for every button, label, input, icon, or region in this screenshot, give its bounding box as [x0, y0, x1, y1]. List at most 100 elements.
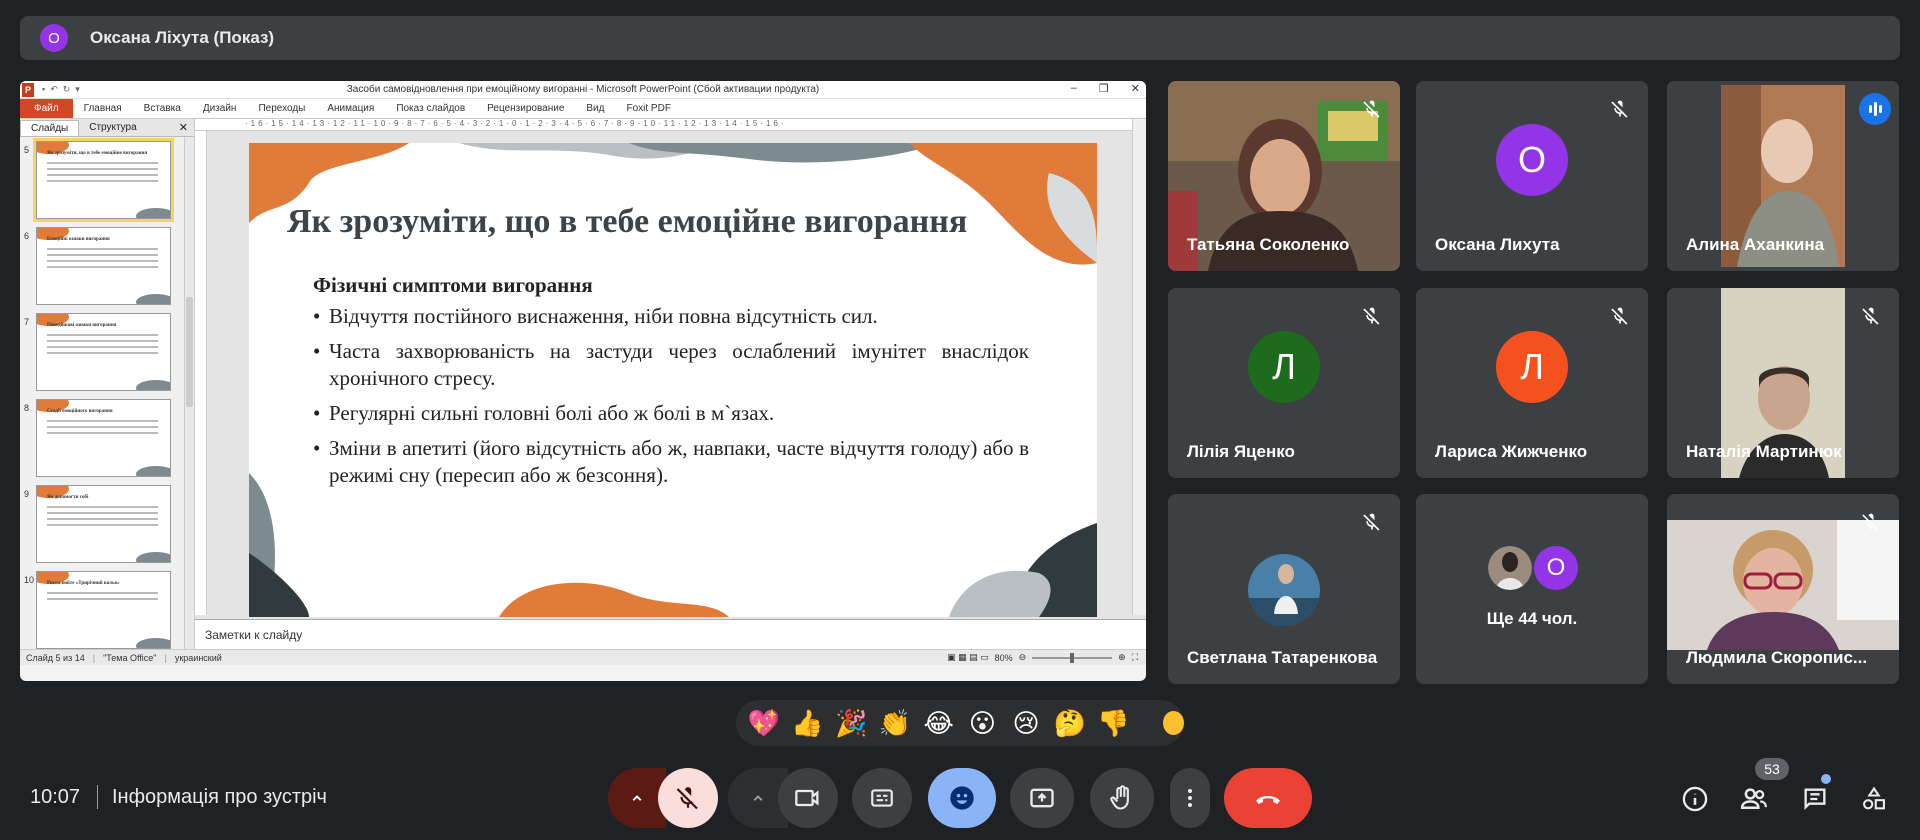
more-participants-tile[interactable]: О Ще 44 чол.	[1416, 494, 1648, 684]
bullet-item: Відчуття постійного виснаження, ніби пов…	[313, 303, 1029, 330]
thumbnail-number: 9	[24, 489, 30, 499]
mic-toggle-button[interactable]	[658, 768, 718, 828]
present-screen-button[interactable]	[1010, 768, 1074, 828]
participant-tile[interactable]: Л Лілія Яценко	[1168, 288, 1400, 478]
minimize-icon: –	[1070, 82, 1077, 94]
participant-name: Алина Аханкина	[1686, 235, 1825, 254]
ribbon-tab-insert: Вставка	[143, 103, 181, 114]
presenter-banner: О Оксана Ліхута (Показ)	[20, 16, 1900, 60]
divider	[97, 785, 98, 809]
ribbon-tabs: Файл Главная Вставка Дизайн Переходы Ани…	[20, 99, 1146, 119]
chat-button[interactable]	[1799, 783, 1831, 815]
pane-tab-outline: Структура	[89, 122, 137, 133]
pane-tab-slides: Слайды	[20, 119, 80, 136]
participant-tile[interactable]: Татьяна Соколенко	[1168, 81, 1400, 271]
participant-avatar: О	[1496, 124, 1568, 196]
reaction-clapping[interactable]: 👏	[875, 703, 915, 743]
reaction-sparkling-heart[interactable]: 💖	[744, 703, 784, 743]
participant-name: Оксана Лихута	[1435, 235, 1560, 254]
participant-tile[interactable]: Наталія Мартинюк	[1667, 288, 1899, 478]
more-options-button[interactable]	[1170, 768, 1210, 828]
mic-off-icon	[1862, 513, 1879, 531]
meeting-clock: 10:07	[30, 786, 81, 808]
editor-scrollbar	[1132, 119, 1146, 615]
raise-hand-icon	[1110, 785, 1129, 810]
participant-name: Татьяна Соколенко	[1187, 235, 1350, 254]
thumbnail-number: 8	[24, 403, 30, 413]
slide-thumbnail: Розмалюйте «Трирічний кольо»	[36, 571, 171, 649]
thumbnail-title: Емоційні ознаки вигорання	[47, 237, 110, 242]
status-theme: "Тема Office"	[103, 652, 157, 663]
participant-avatar: Л	[1496, 331, 1568, 403]
reaction-thumbs-up[interactable]: 👍	[788, 703, 828, 743]
people-button[interactable]	[1738, 783, 1770, 815]
emoji-reactions-button[interactable]	[928, 768, 996, 828]
hang-up-icon	[1256, 796, 1280, 804]
bullet-item: Зміни в апетиті (його відсутність або ж,…	[313, 435, 1029, 489]
ribbon-tab-transitions: Переходы	[258, 103, 306, 114]
bullet-item: Регулярні сильні головні болі або ж болі…	[313, 400, 1029, 427]
chat-notification-dot	[1821, 774, 1831, 784]
meeting-details-button[interactable]	[1679, 783, 1711, 815]
restore-icon: ❐	[1098, 83, 1109, 95]
slide-editor: ·16·15·14·13·12·11·10·9·8·7·6·5·4·3·2·1·…	[20, 119, 1146, 665]
people-count-badge: 53	[1755, 758, 1789, 780]
participant-tile[interactable]: Л Лариса Жижченко	[1416, 288, 1648, 478]
activities-button[interactable]	[1858, 783, 1890, 815]
participant-profile-photo	[1248, 554, 1320, 626]
chevron-up-icon	[632, 795, 642, 801]
view-buttons-icon: ▣ ▦ ▤ ▭	[947, 652, 989, 662]
thumbnail-title: Як допомогти собі	[47, 495, 89, 500]
participant-tile-speaking[interactable]: Алина Аханкина	[1667, 81, 1899, 271]
current-slide: Як зрозуміти, що в тебе емоційне вигоран…	[249, 143, 1097, 617]
reaction-party-popper[interactable]: 🎉	[831, 703, 871, 743]
shared-screen-powerpoint: P ▪ ↶ ↻ ▾ Засоби самовідновлення при емо…	[20, 81, 1146, 681]
thumbnail-list: 5 Як зрозуміти, що в тебе емоційне вигора…	[20, 137, 194, 657]
thumbnail-title: Поведінкові ознаки вигорання	[47, 323, 117, 328]
more-participants-label: Ще 44 чол.	[1486, 609, 1578, 628]
closed-captions-icon	[871, 789, 893, 807]
camera-toggle-button[interactable]	[778, 768, 838, 828]
camera-icon	[795, 789, 819, 807]
participant-tile[interactable]: Людмила Скоропис...	[1667, 494, 1899, 684]
mic-off-icon	[1363, 307, 1380, 325]
info-icon	[1682, 786, 1708, 812]
presenter-name: Оксана Ліхута (Показ)	[90, 28, 275, 47]
people-icon	[1740, 788, 1767, 809]
participant-photo-thumbnail	[1488, 546, 1532, 590]
smiley-icon	[950, 786, 974, 810]
reaction-thumbs-down[interactable]: 👎	[1094, 703, 1134, 743]
participant-name: Наталія Мартинюк	[1686, 442, 1842, 461]
meeting-info-label[interactable]: Інформація про зустріч	[112, 786, 327, 809]
thumbnail-title: Як зрозуміти, що в тебе емоційне вигоран…	[47, 151, 148, 156]
participant-name: Людмила Скоропис...	[1686, 648, 1868, 667]
reaction-surprised[interactable]: 😮	[963, 703, 1003, 743]
thumbnail-number: 5	[24, 145, 30, 155]
ribbon-tab-slideshow: Показ слайдов	[396, 103, 466, 114]
slide-notes: Заметки к слайду	[195, 619, 1146, 649]
ppt-statusbar: Слайд 5 из 14 | "Тема Office" | украинск…	[20, 649, 1146, 665]
reactions-bar: 💖 👍 🎉 👏 😂 😮 😢 🤔 👎	[736, 700, 1185, 746]
mic-off-icon	[1611, 307, 1628, 325]
slide-title: Як зрозуміти, що в тебе емоційне вигоран…	[287, 203, 968, 240]
reaction-crying[interactable]: 😢	[1006, 703, 1046, 743]
raise-hand-button[interactable]	[1090, 768, 1154, 828]
slide-thumbnail: Як зрозуміти, що в тебе емоційне вигоран…	[33, 138, 174, 222]
ppt-window-title: Засоби самовідновлення при емоційному ви…	[346, 84, 820, 95]
reaction-laughing[interactable]: 😂	[919, 703, 959, 743]
captions-button[interactable]	[852, 768, 912, 828]
reaction-thinking[interactable]: 🤔	[1050, 703, 1090, 743]
participant-tile[interactable]: О Оксана Лихута	[1416, 81, 1648, 271]
thumbnail-number: 7	[24, 317, 30, 327]
thumbnail-number: 6	[24, 231, 30, 241]
zoom-out-icon: ⊖	[1018, 652, 1027, 662]
ppt-titlebar: P ▪ ↶ ↻ ▾ Засоби самовідновлення при емо…	[20, 81, 1146, 99]
slides-pane: Слайды Структура ✕ 5 Як зрозуміти, що в т…	[20, 119, 195, 665]
skin-tone-picker[interactable]	[1163, 711, 1185, 735]
participant-tile[interactable]: Светлана Татаренкова	[1168, 494, 1400, 684]
slide-thumbnail: Як допомогти собі	[36, 485, 171, 563]
leave-call-button[interactable]	[1224, 768, 1312, 828]
ribbon-tab-home: Главная	[83, 103, 122, 114]
ribbon-tab-design: Дизайн	[202, 103, 237, 114]
ribbon-tab-foxit: Foxit PDF	[626, 103, 671, 114]
